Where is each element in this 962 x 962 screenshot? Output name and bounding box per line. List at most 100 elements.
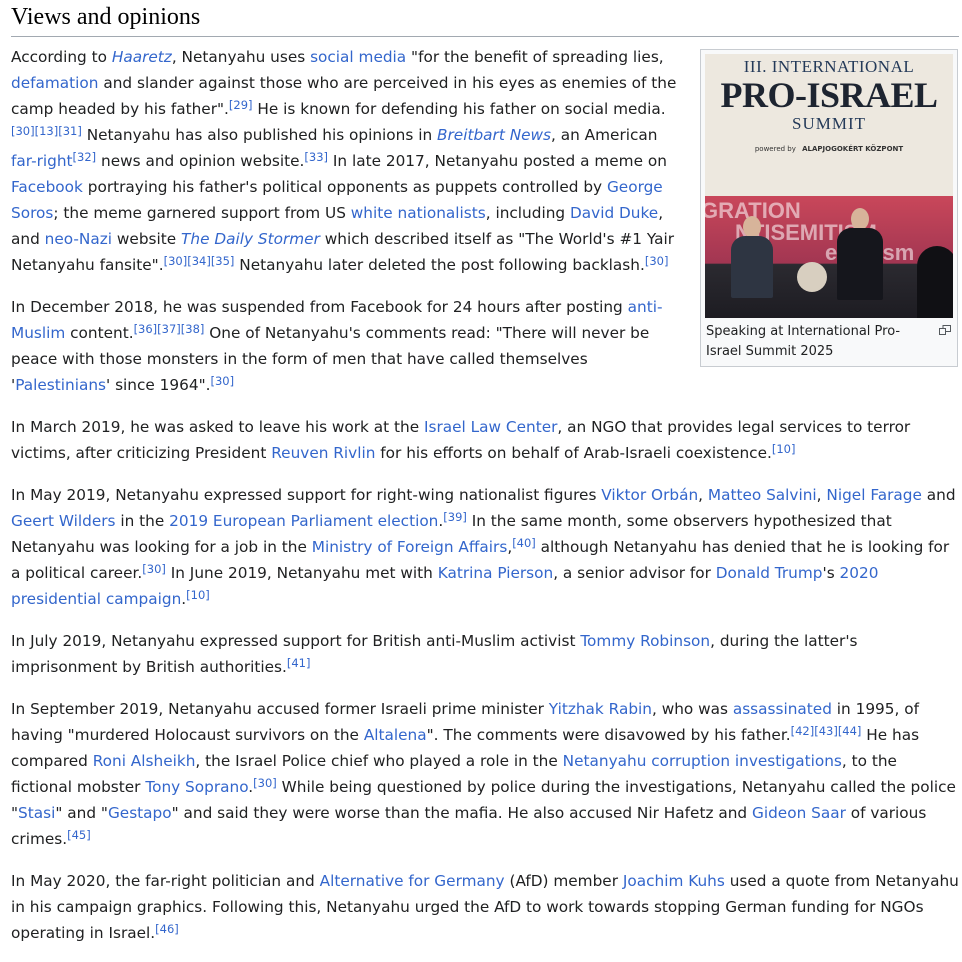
wiki-link[interactable]: The Daily Stormer: [181, 230, 320, 248]
citation-link[interactable]: [39]: [443, 510, 467, 524]
citation-link[interactable]: [42]: [791, 724, 815, 738]
para-facebook-suspension: In December 2018, he was suspended from …: [11, 294, 681, 398]
body-text: , including: [485, 204, 570, 222]
body-text: ". The comments were disavowed by his fa…: [426, 726, 791, 744]
body-text: news and opinion website.: [96, 152, 305, 170]
citation-link[interactable]: [30]: [11, 124, 35, 138]
body-text: He is known for defending his father on …: [252, 100, 666, 118]
body-text: , who was: [651, 700, 733, 718]
wiki-link[interactable]: Yitzhak Rabin: [549, 700, 652, 718]
citation-link[interactable]: [30]: [645, 254, 669, 268]
body-text: " and ": [55, 804, 108, 822]
wiki-link[interactable]: Gideon Saar: [752, 804, 846, 822]
body-text: In June 2019, Netanyahu met with: [165, 564, 438, 582]
wiki-link[interactable]: Nigel Farage: [826, 486, 921, 504]
citation-link[interactable]: [32]: [73, 150, 97, 164]
body-text: , an American: [551, 126, 658, 144]
wiki-link[interactable]: Matteo Salvini: [708, 486, 817, 504]
article-body: According to Haaretz, Netanyahu uses soc…: [11, 44, 959, 962]
wiki-link[interactable]: social media: [310, 48, 406, 66]
para-afd: In May 2020, the far-right politician an…: [11, 868, 959, 946]
citation-link[interactable]: [30]: [253, 776, 277, 790]
citation-link[interactable]: [29]: [229, 98, 253, 112]
para-haaretz: According to Haaretz, Netanyahu uses soc…: [11, 44, 681, 278]
citation-link[interactable]: [45]: [67, 828, 91, 842]
para-nationalists: In May 2019, Netanyahu expressed support…: [11, 482, 959, 612]
wiki-link[interactable]: Alternative for Germany: [320, 872, 505, 890]
citation-link[interactable]: [33]: [304, 150, 328, 164]
citation-link[interactable]: [30]: [211, 374, 235, 388]
wiki-link[interactable]: Breitbart News: [437, 126, 551, 144]
wiki-link[interactable]: far-right: [11, 152, 73, 170]
wiki-link[interactable]: Tony Soprano: [145, 778, 248, 796]
body-text: According to: [11, 48, 112, 66]
wiki-link[interactable]: Geert Wilders: [11, 512, 116, 530]
citation-link[interactable]: [13]: [35, 124, 59, 138]
body-text: In May 2019, Netanyahu expressed support…: [11, 486, 602, 504]
citation-link[interactable]: [30]: [164, 254, 188, 268]
wiki-link[interactable]: Israel Law Center: [424, 418, 557, 436]
wiki-link[interactable]: Palestinians: [15, 376, 106, 394]
citation-link[interactable]: [37]: [157, 322, 181, 336]
body-text: "for the benefit of spreading lies,: [406, 48, 664, 66]
wiki-link[interactable]: assassinated: [733, 700, 832, 718]
wiki-link[interactable]: Reuven Rivlin: [271, 444, 375, 462]
body-text: " and said they were worse than the mafi…: [171, 804, 752, 822]
body-text: portraying his father's political oppone…: [82, 178, 607, 196]
body-text: content.: [65, 324, 134, 342]
body-text: ' since 1964".: [106, 376, 211, 394]
body-text: ; the meme garnered support from US: [53, 204, 351, 222]
wiki-link[interactable]: Haaretz: [112, 48, 172, 66]
citation-link[interactable]: [31]: [58, 124, 82, 138]
body-text: In May 2020, the far-right politician an…: [11, 872, 320, 890]
body-text: for his efforts on behalf of Arab-Israel…: [375, 444, 772, 462]
body-text: ,: [698, 486, 708, 504]
body-text: ,: [816, 486, 827, 504]
wiki-link[interactable]: Donald Trump: [716, 564, 823, 582]
citation-link[interactable]: [38]: [181, 322, 205, 336]
body-text: Netanyahu later deleted the post followi…: [234, 256, 645, 274]
citation-link[interactable]: [10]: [186, 588, 210, 602]
wiki-link[interactable]: Stasi: [18, 804, 55, 822]
body-text: In September 2019, Netanyahu accused for…: [11, 700, 549, 718]
citation-link[interactable]: [40]: [512, 536, 536, 550]
citation-link[interactable]: [35]: [211, 254, 235, 268]
wiki-link[interactable]: Altalena: [364, 726, 427, 744]
wiki-link[interactable]: Joachim Kuhs: [623, 872, 725, 890]
body-text: in the: [115, 512, 170, 530]
body-text: In late 2017, Netanyahu posted a meme on: [328, 152, 667, 170]
wiki-link[interactable]: Viktor Orbán: [601, 486, 698, 504]
citation-link[interactable]: [36]: [134, 322, 158, 336]
citation-link[interactable]: [43]: [814, 724, 838, 738]
citation-link[interactable]: [46]: [155, 922, 179, 936]
section-heading: Views and opinions: [11, 0, 959, 37]
body-text: (AfD) member: [504, 872, 623, 890]
wiki-link[interactable]: Tommy Robinson: [580, 632, 710, 650]
wiki-link[interactable]: David Duke: [570, 204, 658, 222]
citation-link[interactable]: [44]: [838, 724, 862, 738]
citation-link[interactable]: [10]: [772, 442, 796, 456]
wiki-link[interactable]: 2019 European Parliament election: [169, 512, 438, 530]
wiki-link[interactable]: defamation: [11, 74, 98, 92]
section-title: Views and opinions: [11, 4, 201, 30]
citation-link[interactable]: [30]: [142, 562, 166, 576]
wiki-link[interactable]: Netanyahu corruption investigations: [563, 752, 842, 770]
body-text: , Netanyahu uses: [171, 48, 311, 66]
wiki-link[interactable]: Facebook: [11, 178, 83, 196]
body-text: Netanyahu has also published his opinion…: [81, 126, 438, 144]
body-text: and: [921, 486, 956, 504]
wiki-link[interactable]: white nationalists: [351, 204, 486, 222]
body-text: In December 2018, he was suspended from …: [11, 298, 628, 316]
para-rabin: In September 2019, Netanyahu accused for…: [11, 696, 959, 852]
body-text: 's: [822, 564, 840, 582]
wiki-link[interactable]: neo-Nazi: [45, 230, 112, 248]
body-text: website: [112, 230, 182, 248]
wiki-link[interactable]: Roni Alsheikh: [93, 752, 196, 770]
para-law-center: In March 2019, he was asked to leave his…: [11, 414, 959, 466]
para-robinson: In July 2019, Netanyahu expressed suppor…: [11, 628, 959, 680]
citation-link[interactable]: [34]: [187, 254, 211, 268]
citation-link[interactable]: [41]: [287, 656, 311, 670]
wiki-link[interactable]: Gestapo: [108, 804, 172, 822]
wiki-link[interactable]: Ministry of Foreign Affairs: [312, 538, 508, 556]
wiki-link[interactable]: Katrina Pierson: [438, 564, 553, 582]
